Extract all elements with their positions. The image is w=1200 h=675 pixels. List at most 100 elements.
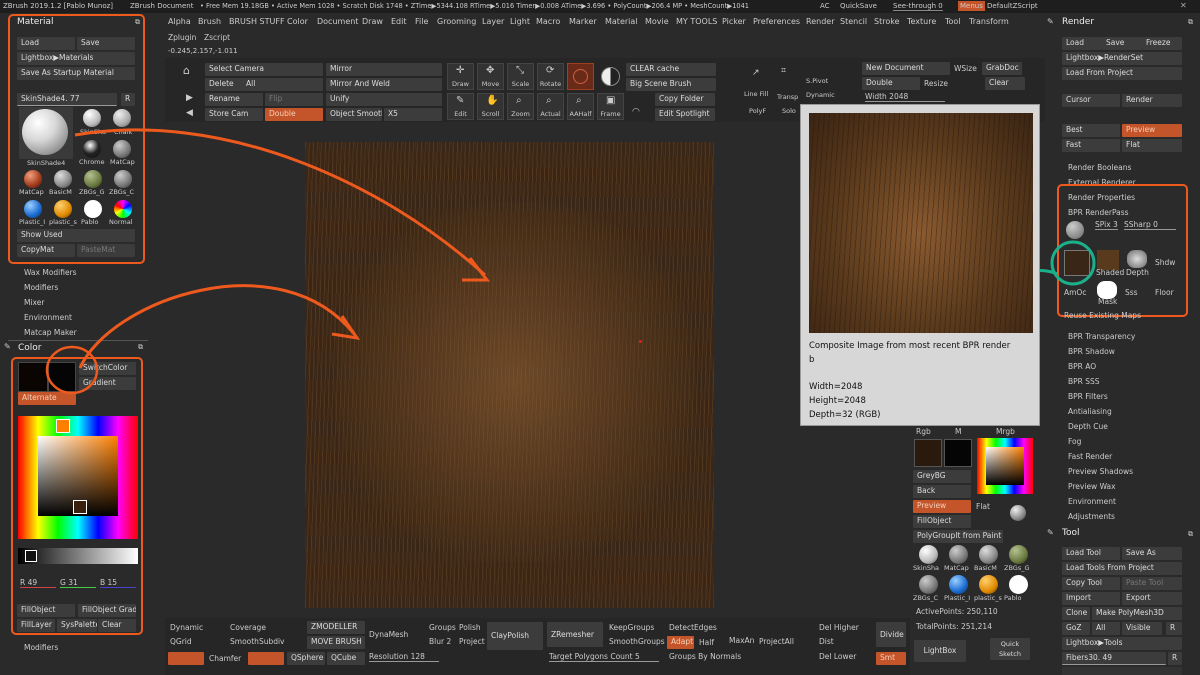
lightbox-tools-button[interactable]: Lightbox▶Tools [1062,637,1182,650]
smoothsubdiv-button[interactable]: SmoothSubdiv [230,637,285,646]
preview-button[interactable]: Preview [913,500,971,513]
dist-slider[interactable]: Dist [819,637,834,646]
pass-shaded-thumb[interactable] [1097,250,1119,270]
pass-amoc-label[interactable]: AmOc [1064,288,1086,297]
groups-by-normals-button[interactable]: Groups By Normals [669,652,741,661]
antialiasing-item[interactable]: Antialiasing [1068,407,1112,416]
detectedges-button[interactable]: DetectEdges [669,623,717,632]
bpr-renderpass-item[interactable]: BPR RenderPass [1068,208,1129,217]
mat-thumb-pablo[interactable] [1009,575,1028,594]
color-picker-right[interactable] [977,438,1033,494]
bottom-toggle-1[interactable] [168,652,204,665]
project-button[interactable]: Project [459,637,485,646]
environment-render-item[interactable]: Environment [1068,497,1116,506]
blur-slider[interactable]: Blur 2 [429,637,451,646]
projectall-button[interactable]: ProjectAll [759,637,794,646]
adapt-button[interactable]: Adapt [667,636,694,649]
load-tool-button[interactable]: Load Tool [1062,547,1120,560]
tool-thumb-strip[interactable] [1062,667,1182,675]
pass-floor-label[interactable]: Floor [1155,288,1174,297]
save-tool-as-button[interactable]: Save As [1122,547,1182,560]
smoothgroups-button[interactable]: SmoothGroups [609,637,665,646]
mat-thumb-plastic-orange[interactable] [979,575,998,594]
adjustments-item[interactable]: Adjustments [1068,512,1115,521]
flat-button[interactable]: Flat [976,502,990,511]
load-tools-project-button[interactable]: Load Tools From Project [1062,562,1182,575]
main-color-swatch-right[interactable] [914,439,942,467]
qcube-button[interactable]: QCube [327,652,365,665]
greybg-button[interactable]: GreyBG [913,470,971,483]
bpr-sss-item[interactable]: BPR SSS [1068,377,1100,386]
fast-render-item[interactable]: Fast Render [1068,452,1112,461]
dynamic-label[interactable]: Dynamic [170,623,203,632]
ssharp-slider[interactable]: SSharp 0 [1124,220,1176,230]
tool-popout-icon[interactable]: ⧉ [1188,530,1193,539]
mat-thumb-skinshade[interactable] [919,545,938,564]
render-save-button[interactable]: Save [1102,37,1142,50]
tool-title[interactable]: Tool [1062,528,1079,538]
depth-cue-item[interactable]: Depth Cue [1068,422,1108,431]
keepgroups-button[interactable]: KeepGroups [609,623,654,632]
back-button[interactable]: Back [913,485,971,498]
current-tool-slider[interactable]: Fibers30. 49 [1062,652,1166,665]
move-brush-button[interactable]: MOVE BRUSH [307,636,365,649]
clone-tool-button[interactable]: Clone [1062,607,1090,620]
preview-wax-item[interactable]: Preview Wax [1068,482,1116,491]
dynamesh-button[interactable]: DynaMesh [369,630,408,639]
fillobject-right-button[interactable]: FillObject [913,515,971,528]
zmodeller-button[interactable]: ZMODELLER [307,621,365,634]
import-tool-button[interactable]: Import [1062,592,1120,605]
fog-item[interactable]: Fog [1068,437,1081,446]
goz-r-button[interactable]: R [1166,622,1182,635]
del-lower-button[interactable]: Del Lower [819,652,856,661]
del-higher-button[interactable]: Del Higher [819,623,859,632]
goz-all-button[interactable]: All [1092,622,1120,635]
spix-slider[interactable]: SPix 3 [1095,220,1118,230]
zremesher-button[interactable]: ZRemesher [547,622,603,647]
render-load-project-button[interactable]: Load From Project [1062,67,1182,80]
groups-button[interactable]: Groups [429,623,456,632]
render-load-button[interactable]: Load [1062,37,1102,50]
bpr-shadow-item[interactable]: BPR Shadow [1068,347,1115,356]
divide-button[interactable]: Divide [876,622,906,647]
mat-thumb-matcap[interactable] [949,545,968,564]
bottom-toggle-2[interactable] [248,652,284,665]
paste-tool-button[interactable]: Paste Tool [1122,577,1182,590]
preview-shadows-item[interactable]: Preview Shadows [1068,467,1133,476]
bpr-filters-item[interactable]: BPR Filters [1068,392,1108,401]
render-freeze-button[interactable]: Freeze [1142,37,1182,50]
goz-button[interactable]: GoZ [1062,622,1090,635]
half-button[interactable]: Half [699,638,714,647]
render-fast-button[interactable]: Fast [1062,139,1120,152]
claypolish-button[interactable]: ClayPolish [487,622,543,650]
render-title[interactable]: Render [1062,17,1094,27]
copy-tool-button[interactable]: Copy Tool [1062,577,1120,590]
pass-sss-label[interactable]: Sss [1125,288,1138,297]
render-popout-icon[interactable]: ⧉ [1188,18,1193,27]
smt-button[interactable]: Smt [876,652,906,665]
bpr-ao-item[interactable]: BPR AO [1068,362,1096,371]
coverage-slider[interactable]: Coverage [230,623,266,632]
lightbox-button[interactable]: LightBox [914,640,966,662]
qsphere-button[interactable]: QSphere [287,652,325,665]
mat-thumb-zbgs-g[interactable] [1009,545,1028,564]
pass-shdw-label[interactable]: Shdw [1155,258,1175,267]
make-polymesh-button[interactable]: Make PolyMesh3D [1092,607,1182,620]
polygroupit-button[interactable]: PolyGroupIt from Paint [913,530,1003,543]
render-best-button[interactable]: Best [1062,124,1120,137]
target-polygons-slider[interactable]: Target Polygons Count 5 [549,652,659,662]
chamfer-button[interactable]: Chamfer [209,654,241,663]
bpr-composite-thumb[interactable] [1066,221,1084,239]
polish-button[interactable]: Polish [459,623,481,632]
maxangle-slider[interactable]: MaxAn [729,636,754,645]
quick-sketch-button[interactable]: Quick Sketch [990,638,1030,660]
qgrid-button[interactable]: QGrid [170,637,192,646]
render-flat-button[interactable]: Flat [1122,139,1182,152]
render-render-button[interactable]: Render [1122,94,1182,107]
pass-depth-thumb[interactable] [1127,250,1147,268]
mat-thumb-zbgs-c[interactable] [919,575,938,594]
reuse-maps-item[interactable]: Reuse Existing Maps [1064,311,1141,320]
bpr-transparency-item[interactable]: BPR Transparency [1068,332,1135,341]
render-sphere-icon[interactable] [1010,505,1026,521]
goz-visible-button[interactable]: Visible [1122,622,1162,635]
